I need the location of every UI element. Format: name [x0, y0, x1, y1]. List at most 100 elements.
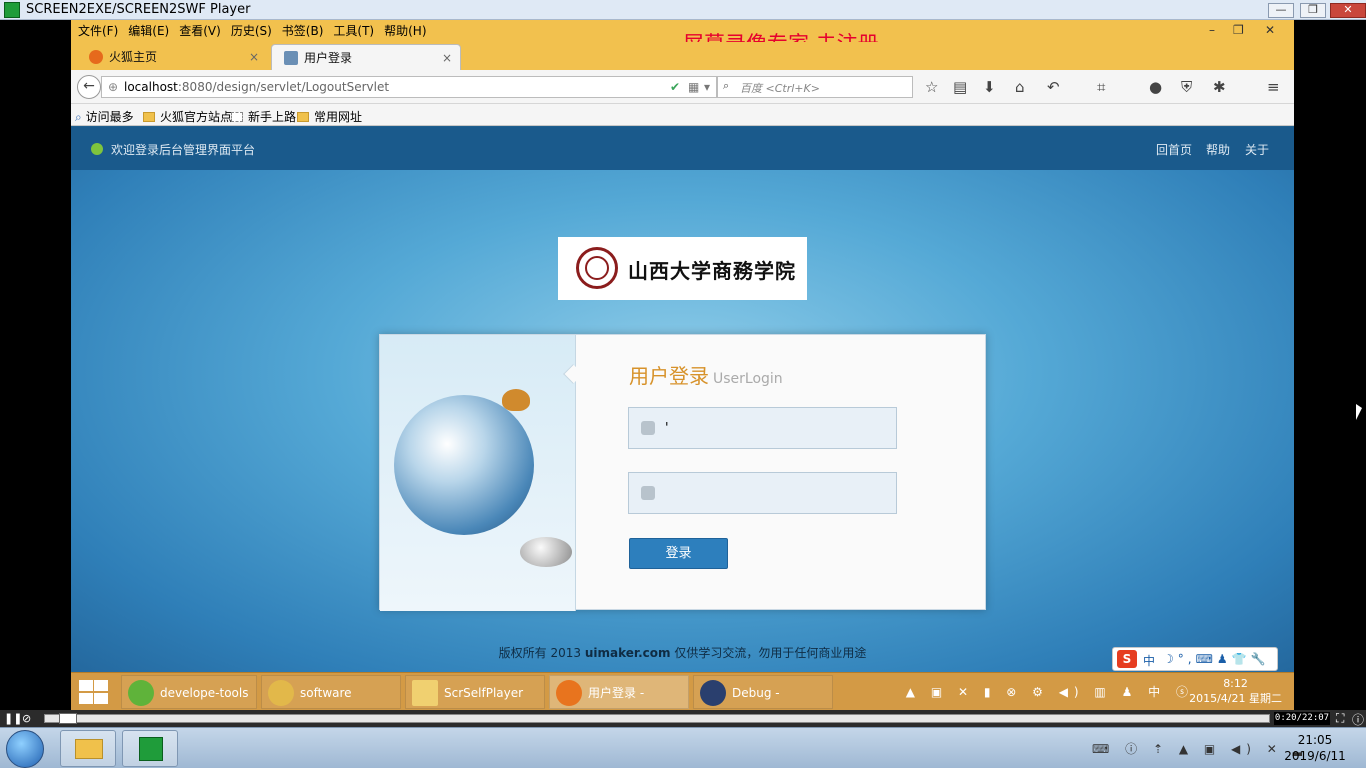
seek-thumb[interactable]	[59, 713, 77, 724]
crop-icon[interactable]: ⌗	[1097, 78, 1105, 96]
login-button[interactable]: 登录	[629, 538, 728, 569]
bookmark-star-icon[interactable]: ☆	[925, 78, 938, 96]
computer-mouse-icon	[520, 537, 572, 567]
windows-start-icon[interactable]	[77, 679, 109, 705]
player-minimize-button[interactable]: —	[1268, 3, 1294, 18]
inner-clock[interactable]: 8:12 2015/4/21 星期二	[1189, 676, 1282, 706]
dropdown-icon[interactable]: ▾	[704, 80, 710, 94]
shield-check-icon: ✔	[670, 80, 681, 94]
lock-icon	[641, 486, 655, 500]
undo-icon[interactable]: ↶	[1047, 78, 1060, 96]
butterfly-icon	[502, 389, 530, 411]
player-close-button[interactable]: ✕	[1330, 3, 1366, 18]
bookmarks-bar: ⌕ 访问最多 火狐官方站点 新手上路 常用网址	[71, 104, 1294, 126]
copyright-text: 版权所有 2013 uimaker.com 仅供学习交流，勿用于任何商业用途	[498, 646, 867, 660]
user-icon	[641, 421, 655, 435]
username-input[interactable]	[665, 416, 885, 440]
login-title: 用户登录 UserLogin	[629, 364, 783, 388]
taskbar-myeclipse[interactable]: Debug - MyEcli...	[693, 675, 833, 709]
tab-label: 火狐主页	[109, 50, 158, 64]
page-icon	[231, 112, 243, 122]
nav-bar: ← ⊕ localhost:8080/design/servlet/Logout…	[71, 70, 1294, 104]
about-link[interactable]: 关于	[1245, 141, 1269, 158]
playback-time: 0:20/22:07	[1274, 712, 1330, 725]
reader-icon[interactable]: ▤	[953, 78, 967, 96]
sogou-icon[interactable]: S	[1117, 650, 1137, 668]
university-logo: 山西大学商務学院	[558, 237, 807, 300]
settings-icon[interactable]: ⊘	[22, 712, 31, 725]
inner-system-tray[interactable]: ▲ ▣ ✕ ▮ ⊗ ⚙ ◀) ▥ ♟ 中 ⓢ	[906, 683, 1194, 700]
bookmark-common-sites[interactable]: 常用网址	[297, 108, 362, 125]
ime-toolbar[interactable]: S 中 ☽°,⌨♟👕🔧	[1112, 647, 1278, 671]
chat-icon[interactable]: ●	[1149, 78, 1162, 96]
menu-bookmarks[interactable]: 书签(B)	[277, 22, 329, 40]
fullscreen-icon[interactable]: ⛶	[1336, 711, 1344, 726]
folder-icon	[297, 112, 309, 122]
player-title: SCREEN2EXE/SCREEN2SWF Player	[26, 2, 251, 17]
ff-minimize-button[interactable]: –	[1209, 23, 1215, 37]
bookmark-official-site[interactable]: 火狐官方站点	[143, 108, 232, 125]
addon-icon[interactable]: ✱	[1213, 78, 1226, 96]
shield-icon[interactable]: ⛨	[1181, 78, 1192, 96]
home-link[interactable]: 回首页	[1156, 141, 1192, 158]
ime-mode[interactable]: 中	[1143, 652, 1155, 669]
tab-close-button[interactable]: ×	[442, 45, 452, 71]
mouse-cursor	[1356, 404, 1362, 420]
page-header: 欢迎登录后台管理界面平台 回首页 帮助 关于	[71, 127, 1294, 170]
menu-edit[interactable]: 编辑(E)	[123, 22, 174, 40]
search-placeholder: 百度 <Ctrl+K>	[740, 82, 820, 95]
taskbar-software[interactable]: software	[261, 675, 401, 709]
qr-icon[interactable]: ▦	[688, 80, 699, 94]
password-input[interactable]	[665, 481, 885, 505]
tab-user-login[interactable]: 用户登录 ×	[271, 44, 461, 70]
page-icon	[284, 51, 298, 65]
menu-tools[interactable]: 工具(T)	[328, 22, 379, 40]
windows-start-orb-icon[interactable]	[6, 730, 44, 768]
password-field[interactable]	[628, 472, 897, 514]
menu-view[interactable]: 查看(V)	[174, 22, 226, 40]
url-bar[interactable]: ⊕ localhost:8080/design/servlet/LogoutSe…	[101, 76, 730, 98]
ff-restore-button[interactable]: ❐	[1233, 23, 1244, 37]
seek-bar[interactable]	[44, 713, 1270, 724]
info-icon[interactable]: ⓘ	[1352, 711, 1364, 728]
firefox-menubar: 文件(F) 编辑(E) 查看(V) 历史(S) 书签(B) 工具(T) 帮助(H…	[71, 20, 1294, 56]
player-title-bar: SCREEN2EXE/SCREEN2SWF Player — ❐ ✕	[0, 0, 1366, 20]
bookmark-getting-started[interactable]: 新手上路	[231, 108, 296, 125]
home-icon[interactable]: ⌂	[1015, 78, 1025, 96]
globe-icon	[128, 680, 154, 706]
menu-help[interactable]: 帮助(H)	[379, 22, 431, 40]
globe-icon	[394, 395, 534, 535]
bookmark-most-visited[interactable]: ⌕ 访问最多	[75, 108, 134, 125]
inner-taskbar: develope-tools software ScrSelfPlayer 用户…	[71, 672, 1294, 710]
login-panel: 用户登录UserLogin 登录	[379, 334, 986, 611]
tab-close-button[interactable]: ×	[249, 44, 259, 70]
help-link[interactable]: 帮助	[1206, 141, 1230, 158]
tab-firefox-home[interactable]: 火狐主页 ×	[77, 44, 267, 70]
taskbar-firefox[interactable]: 用户登录 - Mozil...	[549, 675, 689, 709]
back-button[interactable]: ←	[77, 75, 101, 99]
folder-icon	[143, 112, 155, 122]
host-taskbar: ⌨ ⓘ ⇡ ▲ ▣ ◀) ✕ ▂ 21:05 2019/6/11	[0, 727, 1366, 768]
taskbar-develope-tools[interactable]: develope-tools	[121, 675, 257, 709]
globe-icon: ⊕	[108, 80, 119, 94]
tab-label: 用户登录	[304, 51, 353, 65]
taskbar-scrselfplayer[interactable]: ScrSelfPlayer	[405, 675, 545, 709]
taskbar-player[interactable]	[122, 730, 178, 767]
host-clock[interactable]: 21:05 2019/6/11	[1270, 732, 1360, 764]
menu-file[interactable]: 文件(F)	[73, 22, 123, 40]
menu-history[interactable]: 历史(S)	[226, 22, 277, 40]
key-icon	[268, 680, 294, 706]
taskbar-explorer[interactable]	[60, 730, 116, 767]
search-bar[interactable]: ⌕ 百度 <Ctrl+K>	[717, 76, 913, 98]
player-app-icon	[4, 2, 20, 18]
download-icon[interactable]: ⬇	[983, 78, 996, 96]
pause-button[interactable]: ❚❚	[4, 712, 22, 725]
menu-icon[interactable]: ≡	[1267, 78, 1280, 96]
url-text: localhost:8080/design/servlet/LogoutServ…	[124, 80, 390, 94]
folder-icon	[75, 739, 103, 759]
player-restore-button[interactable]: ❐	[1300, 3, 1326, 18]
username-field[interactable]	[628, 407, 897, 449]
ime-tools[interactable]: ☽°,⌨♟👕🔧	[1163, 652, 1270, 666]
ff-close-button[interactable]: ✕	[1265, 23, 1275, 37]
search-icon: ⌕	[723, 79, 730, 92]
